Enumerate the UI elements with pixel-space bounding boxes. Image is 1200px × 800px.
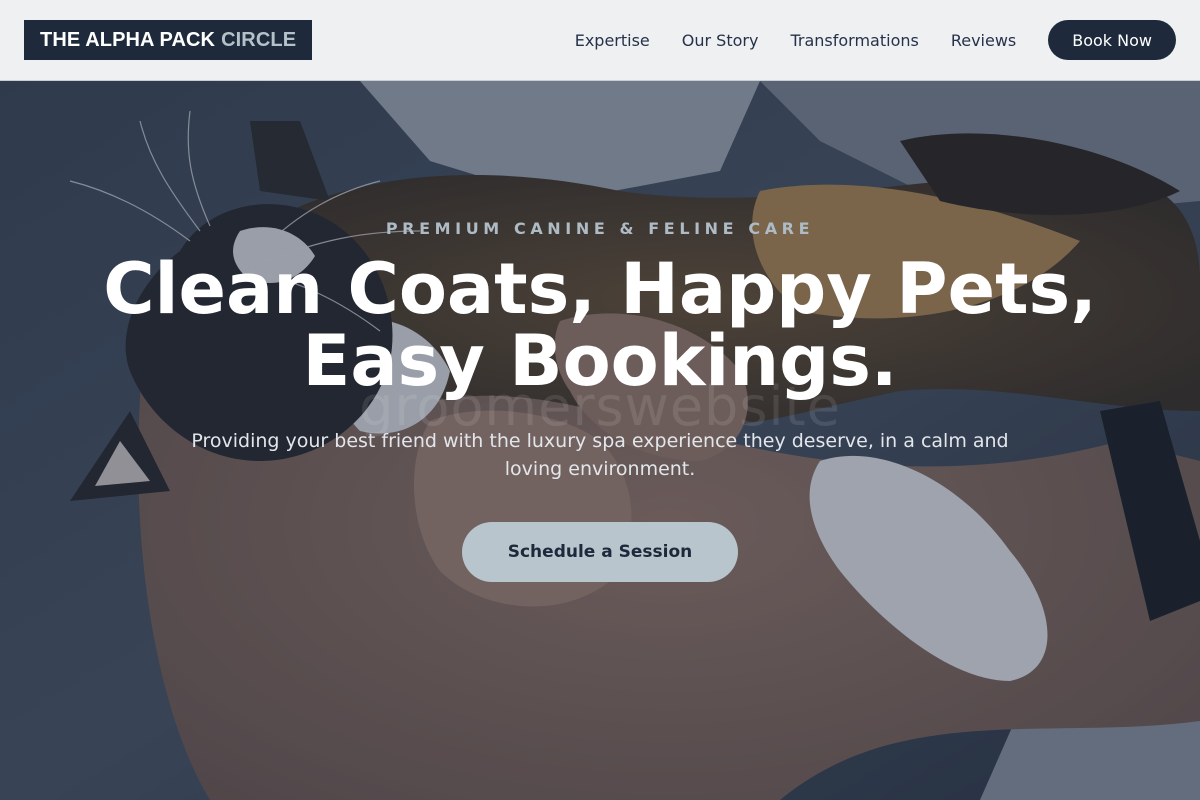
brand-logo[interactable]: THE ALPHA PACK CIRCLE bbox=[24, 20, 313, 60]
logo-accent-text: CIRCLE bbox=[221, 28, 297, 51]
nav-link-reviews[interactable]: Reviews bbox=[951, 31, 1016, 50]
nav-link-transformations[interactable]: Transformations bbox=[790, 31, 918, 50]
main-nav: Expertise Our Story Transformations Revi… bbox=[575, 20, 1176, 60]
logo-main-text: THE ALPHA PACK bbox=[40, 28, 216, 51]
page: THE ALPHA PACK CIRCLE Expertise Our Stor… bbox=[0, 0, 1200, 800]
schedule-session-button[interactable]: Schedule a Session bbox=[462, 522, 738, 582]
hero-eyebrow: PREMIUM CANINE & FELINE CARE bbox=[385, 219, 815, 238]
hero-subtext: Providing your best friend with the luxu… bbox=[191, 430, 1009, 480]
hero-headline: Clean Coats, Happy Pets, Easy Bookings. bbox=[103, 248, 1097, 402]
nav-link-expertise[interactable]: Expertise bbox=[575, 31, 650, 50]
hero-section: groomerswebsite PREMIUM CANINE & FELINE … bbox=[0, 81, 1200, 800]
book-now-button[interactable]: Book Now bbox=[1048, 20, 1176, 60]
site-header: THE ALPHA PACK CIRCLE Expertise Our Stor… bbox=[0, 0, 1200, 81]
nav-link-our-story[interactable]: Our Story bbox=[682, 31, 759, 50]
